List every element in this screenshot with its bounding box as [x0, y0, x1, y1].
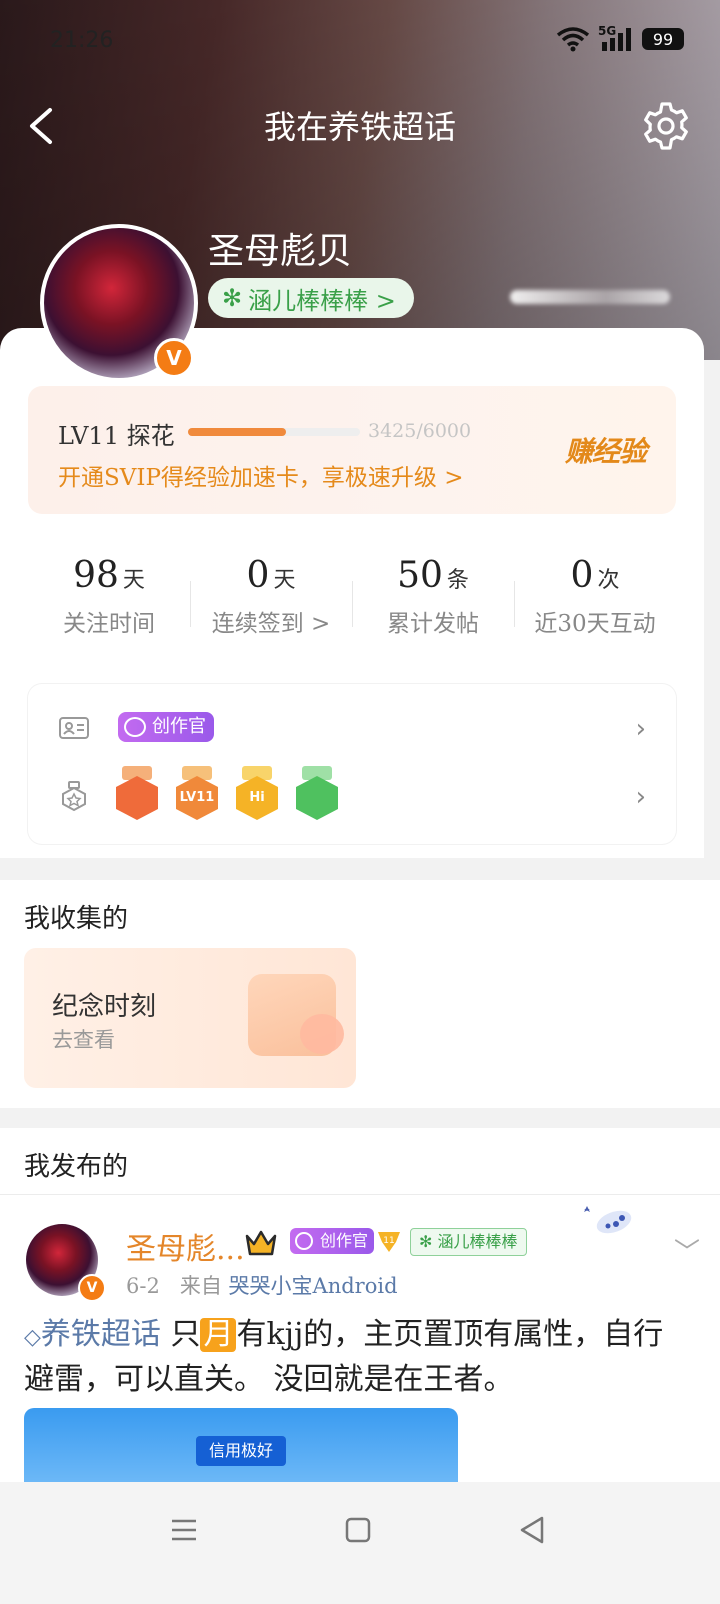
post-image[interactable]: 信用极好 [24, 1408, 458, 1482]
divider [0, 1194, 720, 1195]
back-triangle-icon[interactable] [512, 1510, 552, 1550]
chevron-right-icon: › [635, 714, 646, 744]
honors-card: 创作官 › LV11 Hi › [28, 684, 676, 844]
group-tag-button[interactable]: ✻ 涵儿棒棒棒 > [208, 278, 414, 318]
medal-list: LV11 Hi [116, 766, 338, 822]
id-card-icon [59, 717, 89, 739]
creator-badge: 创作官 [290, 1228, 375, 1254]
creator-badge: 创作官 [118, 712, 214, 742]
gear-icon[interactable] [640, 100, 692, 152]
group-tag-label: 涵儿棒棒棒 > [248, 286, 396, 315]
battery-icon: 99 [642, 28, 684, 50]
medals-row[interactable]: LV11 Hi › [28, 766, 676, 826]
level-progress-bar [188, 428, 360, 436]
status-time: 21:26 [50, 28, 114, 53]
level-progress-text: 3425/6000 [368, 420, 472, 442]
home-square-icon[interactable] [338, 1510, 378, 1550]
heart-icon [300, 1014, 344, 1054]
page-title: 我在养铁超话 [263, 108, 456, 146]
level-progress-fill [188, 428, 287, 436]
snowflake-icon: ✻ [419, 1232, 438, 1251]
memory-card-subtitle: 去查看 [52, 1028, 115, 1052]
memory-card-title: 纪念时刻 [52, 992, 157, 1022]
snowflake-icon: ✻ [222, 284, 243, 312]
post-date: 6-2 [126, 1274, 160, 1298]
medal-icon [62, 781, 86, 812]
collected-title: 我收集的 [24, 904, 129, 934]
post-text[interactable]: ◇养铁超话 只月有kjj的，主页置顶有属性，自行避雷，可以直关。 没回就是在王者… [24, 1314, 684, 1401]
creator-row[interactable]: 创作官 › [28, 698, 676, 758]
verified-badge: V [154, 338, 194, 378]
earn-experience-button[interactable]: 赚经验 [565, 430, 647, 470]
level-medal-icon: LV11 [176, 766, 218, 822]
post-source-prefix: 来自 [179, 1274, 222, 1298]
verified-badge: V [78, 1274, 106, 1302]
svip-promo-link[interactable]: 开通SVIP得经验加速卡，享极速升级 > [58, 458, 464, 492]
menu-icon[interactable] [164, 1510, 204, 1550]
level-badge-icon: 11 [378, 1232, 400, 1252]
hands-medal-icon [296, 766, 338, 822]
creator-crown-icon [124, 717, 146, 737]
creator-crown-icon [295, 1232, 313, 1250]
published-title: 我发布的 [24, 1152, 129, 1182]
stat-posts: 50 条 累计发帖 [352, 555, 514, 645]
topic-link[interactable]: ◇养铁超话 [24, 1317, 161, 1352]
blurred-signature [510, 290, 670, 304]
sticker-icon [584, 1206, 632, 1234]
hi-medal-icon: Hi [236, 766, 278, 822]
post-author-name[interactable]: 圣母彪... [126, 1224, 245, 1268]
system-nav-bar [0, 1482, 720, 1604]
level-name: LV11 探花 [58, 422, 175, 450]
stat-follow-days: 98 天 关注时间 [63, 555, 155, 637]
crown-icon [245, 1230, 277, 1256]
stats-row: 98 天 关注时间 0天 连续签到 > 50 条 累计发帖 0次 近30天互动 [28, 555, 676, 645]
stat-interactions: 0次 近30天互动 [514, 555, 676, 645]
diamond-icon: ◇ [24, 1325, 41, 1350]
post-group-tag[interactable]: ✻ 涵儿棒棒棒 [410, 1228, 527, 1256]
signal-icon: 5G [598, 24, 634, 52]
svg-text:11: 11 [383, 1236, 394, 1246]
chevron-right-icon: › [635, 782, 646, 812]
top-bar: 我在养铁超话 [0, 96, 720, 156]
memory-card[interactable]: 纪念时刻 去查看 [24, 948, 356, 1088]
section-divider [0, 860, 720, 880]
cat-medal-icon [116, 766, 158, 822]
credit-badge: 信用极好 [196, 1436, 286, 1466]
stat-checkin-streak[interactable]: 0天 连续签到 > [190, 555, 352, 645]
wifi-icon [556, 27, 590, 52]
level-card[interactable]: LV11 探花 3425/6000 开通SVIP得经验加速卡，享极速升级 > 赚… [28, 386, 676, 514]
chevron-down-icon[interactable]: ﹀ [674, 1232, 700, 1269]
status-bar: 21:26 5G 99 [0, 24, 720, 58]
collected-section: 我收集的 纪念时刻 去查看 [0, 880, 720, 1108]
section-divider [0, 1108, 720, 1128]
post-meta: 6-2 来自 哭哭小宝Android [126, 1270, 398, 1300]
user-name: 圣母彪贝 [208, 231, 353, 272]
moon-emoji: 月 [200, 1318, 237, 1352]
post-source[interactable]: 哭哭小宝Android [229, 1274, 398, 1298]
